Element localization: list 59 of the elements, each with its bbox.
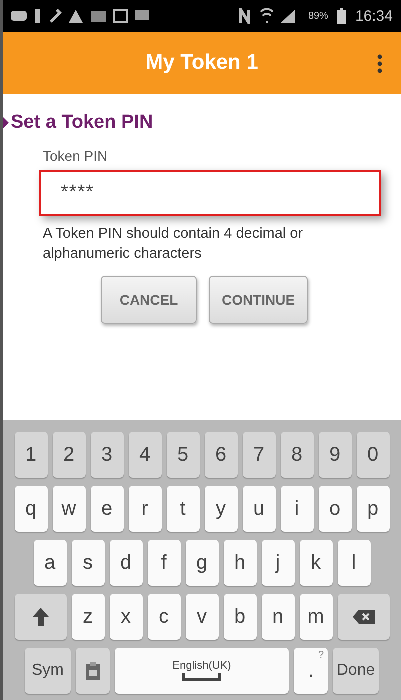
cancel-button[interactable]: CANCEL: [101, 276, 197, 324]
keyboard-key[interactable]: 8: [280, 432, 314, 478]
clipboard-icon: [85, 661, 101, 681]
keyboard-key[interactable]: 3: [90, 432, 124, 478]
keyboard-key[interactable]: s: [72, 540, 104, 586]
keyboard-key[interactable]: 7: [242, 432, 276, 478]
keyboard-key[interactable]: f: [148, 540, 180, 586]
app-title: My Token 1: [146, 51, 258, 75]
keyboard-key[interactable]: t: [166, 486, 200, 532]
space-key[interactable]: English(UK): [115, 648, 289, 694]
keyboard-key[interactable]: u: [242, 486, 276, 532]
keyboard-key[interactable]: y: [204, 486, 238, 532]
continue-button[interactable]: CONTINUE: [209, 276, 308, 324]
keyboard-key[interactable]: q: [14, 486, 48, 532]
battery-percentage: 89%: [308, 10, 328, 22]
keyboard-key[interactable]: k: [300, 540, 332, 586]
field-label: Token PIN: [43, 148, 109, 164]
keyboard-key[interactable]: m: [300, 594, 332, 640]
up-arrow-icon: [32, 607, 50, 627]
keyboard-key[interactable]: 5: [166, 432, 200, 478]
shift-key[interactable]: [14, 594, 66, 640]
keyboard-key[interactable]: j: [262, 540, 294, 586]
battery-icon: [337, 8, 346, 24]
keyboard-key[interactable]: d: [110, 540, 142, 586]
keyboard-key[interactable]: 6: [204, 432, 238, 478]
keyboard-key[interactable]: . ?: [294, 648, 328, 694]
space-icon: [182, 672, 222, 682]
triangle-bullet-icon: [3, 117, 9, 129]
keyboard-key[interactable]: p: [356, 486, 390, 532]
keyboard-key[interactable]: v: [186, 594, 218, 640]
field-hint: A Token PIN should contain 4 decimal or alphanumeric characters: [43, 225, 304, 264]
keyboard-key[interactable]: i: [280, 486, 314, 532]
keyboard-key[interactable]: 1: [14, 432, 48, 478]
section-title: Set a Token PIN: [11, 112, 154, 134]
keyboard-key[interactable]: n: [262, 594, 294, 640]
keyboard-key[interactable]: 2: [52, 432, 86, 478]
keyboard-key[interactable]: e: [90, 486, 124, 532]
done-key[interactable]: Done: [333, 648, 379, 694]
clock-time: 16:34: [355, 8, 393, 24]
keyboard-key[interactable]: w: [52, 486, 86, 532]
keyboard-key[interactable]: 9: [318, 432, 352, 478]
clipboard-key[interactable]: [76, 648, 110, 694]
pin-input-field[interactable]: ****: [39, 170, 381, 216]
keyboard-key[interactable]: r: [128, 486, 162, 532]
keyboard-key[interactable]: c: [148, 594, 180, 640]
more-menu-icon[interactable]: [377, 54, 383, 74]
keyboard-key[interactable]: z: [72, 594, 104, 640]
keyboard-key[interactable]: x: [110, 594, 142, 640]
keyboard-key[interactable]: 0: [356, 432, 390, 478]
backspace-key[interactable]: [338, 594, 390, 640]
symbols-key[interactable]: Sym: [25, 648, 71, 694]
keyboard-key[interactable]: o: [318, 486, 352, 532]
keyboard-key[interactable]: b: [224, 594, 256, 640]
keyboard-key[interactable]: l: [338, 540, 370, 586]
keyboard-key[interactable]: 4: [128, 432, 162, 478]
backspace-icon: [352, 609, 376, 625]
keyboard-key[interactable]: a: [34, 540, 66, 586]
keyboard-key[interactable]: g: [186, 540, 218, 586]
keyboard-key[interactable]: h: [224, 540, 256, 586]
